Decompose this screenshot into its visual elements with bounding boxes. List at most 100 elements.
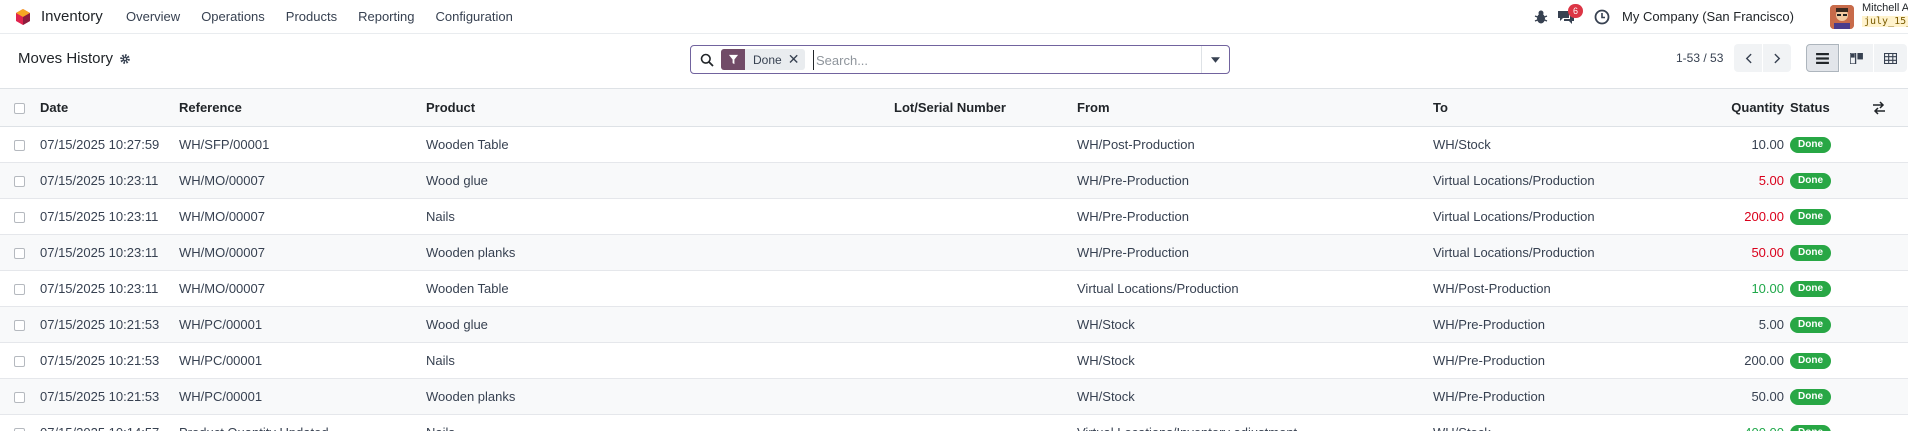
cell-to: Virtual Locations/Production xyxy=(1433,244,1595,260)
company-switcher[interactable]: My Company (San Francisco) xyxy=(1622,9,1794,24)
menu-item-products[interactable]: Products xyxy=(286,9,337,24)
row-checkbox[interactable] xyxy=(14,139,25,151)
pivot-view-icon xyxy=(1884,52,1897,64)
status-badge: Done xyxy=(1790,353,1831,369)
cell-product: Wooden Table xyxy=(426,280,509,296)
cell-quantity: 400.00 xyxy=(1646,414,1790,431)
row-checkbox[interactable] xyxy=(14,247,25,259)
bug-icon[interactable] xyxy=(1533,9,1549,25)
menu-item-operations[interactable]: Operations xyxy=(201,9,265,24)
avatar-face-icon xyxy=(1830,5,1854,29)
search-icon[interactable] xyxy=(700,53,714,67)
cell-quantity: 10.00 xyxy=(1751,136,1784,152)
list-view-button[interactable] xyxy=(1806,44,1839,72)
cell-lot xyxy=(894,198,1077,234)
pager-previous-button[interactable] xyxy=(1734,44,1762,72)
moves-table: Date Reference Product Lot/Serial Number… xyxy=(0,89,1908,431)
search-input[interactable] xyxy=(813,50,1193,70)
table-row[interactable]: 07/15/2025 10:21:53 WH/PC/00001 Nails WH/St… xyxy=(0,342,1908,378)
menu-item-configuration[interactable]: Configuration xyxy=(435,9,512,24)
filter-icon xyxy=(721,49,745,70)
cell-date: 07/15/2025 10:27:59 xyxy=(40,136,160,152)
row-checkbox[interactable] xyxy=(14,319,25,331)
facet-label: Done xyxy=(753,52,782,67)
caret-down-icon xyxy=(1211,56,1220,63)
cell-spacer xyxy=(1872,342,1908,378)
column-header-from[interactable]: From xyxy=(1077,89,1433,126)
column-header-product[interactable]: Product xyxy=(426,89,894,126)
status-badge: Done xyxy=(1790,317,1831,333)
cell-from: WH/Pre-Production xyxy=(1077,208,1189,224)
status-badge: Done xyxy=(1790,425,1831,431)
cell-from: WH/Stock xyxy=(1077,316,1135,332)
table-header-row: Date Reference Product Lot/Serial Number… xyxy=(0,89,1908,126)
cell-quantity: 5.00 xyxy=(1758,172,1784,188)
cell-date: 07/15/2025 10:21:53 xyxy=(40,316,160,332)
row-checkbox[interactable] xyxy=(14,427,25,431)
column-header-to[interactable]: To xyxy=(1433,89,1646,126)
cell-reference: WH/MO/00007 xyxy=(179,244,265,260)
cell-reference: WH/SFP/00001 xyxy=(179,136,270,152)
cell-date: 07/15/2025 10:14:57 xyxy=(40,414,179,431)
user-avatar[interactable] xyxy=(1830,5,1854,29)
cell-quantity: 5.00 xyxy=(1758,316,1784,332)
table-row[interactable]: 07/15/2025 10:21:53 WH/PC/00001 Wood glue W… xyxy=(0,306,1908,342)
database-name: july_15_3s xyxy=(1862,16,1908,27)
pivot-view-button[interactable] xyxy=(1874,44,1907,72)
user-name[interactable]: Mitchell Admin xyxy=(1862,2,1908,14)
cell-date: 07/15/2025 10:23:11 xyxy=(40,172,159,188)
cell-spacer xyxy=(1872,198,1908,234)
cell-product: Nails xyxy=(426,352,455,368)
cell-quantity: 50.00 xyxy=(1751,388,1784,404)
kanban-view-button[interactable] xyxy=(1840,44,1873,72)
app-name[interactable]: Inventory xyxy=(41,8,103,25)
pager-next-button[interactable] xyxy=(1763,44,1791,72)
optional-columns-icon[interactable] xyxy=(1872,101,1886,115)
column-header-quantity[interactable]: Quantity xyxy=(1646,89,1790,126)
table-row[interactable]: 07/15/2025 10:23:11 WH/MO/00007 Nails WH/Pr… xyxy=(0,198,1908,234)
table-row[interactable]: 07/15/2025 10:23:11 WH/MO/00007 Wood glue W… xyxy=(0,162,1908,198)
status-badge: Done xyxy=(1790,173,1831,189)
table-row[interactable]: 07/15/2025 10:27:59 WH/SFP/00001 Wooden Ta… xyxy=(0,126,1908,162)
cell-quantity: 50.00 xyxy=(1751,244,1784,260)
column-header-reference[interactable]: Reference xyxy=(179,89,426,126)
row-checkbox[interactable] xyxy=(14,211,25,223)
cell-from: WH/Stock xyxy=(1077,388,1135,404)
cell-reference: WH/MO/00007 xyxy=(179,172,265,188)
table-row[interactable]: 07/15/2025 10:21:53 WH/PC/00001 Wooden pla… xyxy=(0,378,1908,414)
moves-history-list: Date Reference Product Lot/Serial Number… xyxy=(0,89,1908,431)
top-navbar: Inventory Overview Operations Products R… xyxy=(0,0,1908,34)
cell-from: Virtual Locations/Inventory adjustment xyxy=(1077,414,1433,431)
pager-value[interactable]: 1-53 / 53 xyxy=(1676,51,1723,65)
chevron-left-icon xyxy=(1745,53,1752,63)
cell-lot xyxy=(894,162,1077,198)
cell-to: WH/Stock xyxy=(1433,136,1491,152)
cell-date: 07/15/2025 10:21:53 xyxy=(40,388,160,404)
row-checkbox[interactable] xyxy=(14,355,25,367)
table-row[interactable]: 07/15/2025 10:14:57Product Quantity Upda… xyxy=(0,414,1908,431)
column-header-date[interactable]: Date xyxy=(40,89,179,126)
table-row[interactable]: 07/15/2025 10:23:11 WH/MO/00007 Wooden Tab… xyxy=(0,270,1908,306)
row-checkbox[interactable] xyxy=(14,283,25,295)
facet-remove-icon[interactable]: ✕ xyxy=(788,51,806,68)
cell-from: WH/Pre-Production xyxy=(1077,244,1189,260)
column-header-lot[interactable]: Lot/Serial Number xyxy=(894,89,1077,126)
breadcrumb: Moves History xyxy=(18,50,131,67)
cell-quantity: 10.00 xyxy=(1751,280,1784,296)
menu-item-overview[interactable]: Overview xyxy=(126,9,180,24)
cell-product: Wooden Table xyxy=(426,136,509,152)
gear-icon[interactable] xyxy=(119,53,131,65)
column-header-status[interactable]: Status xyxy=(1790,89,1872,126)
menu-item-reporting[interactable]: Reporting xyxy=(358,9,414,24)
cell-lot xyxy=(894,342,1077,378)
list-view-icon xyxy=(1816,52,1829,64)
search-options-toggle[interactable] xyxy=(1201,46,1229,73)
row-checkbox[interactable] xyxy=(14,391,25,403)
clock-icon[interactable] xyxy=(1594,9,1610,25)
inventory-app-icon[interactable] xyxy=(14,8,32,26)
cell-spacer xyxy=(1872,162,1908,198)
cell-to: Virtual Locations/Production xyxy=(1433,172,1595,188)
select-all-checkbox[interactable] xyxy=(14,102,25,114)
row-checkbox[interactable] xyxy=(14,175,25,187)
table-row[interactable]: 07/15/2025 10:23:11 WH/MO/00007 Wooden pla… xyxy=(0,234,1908,270)
